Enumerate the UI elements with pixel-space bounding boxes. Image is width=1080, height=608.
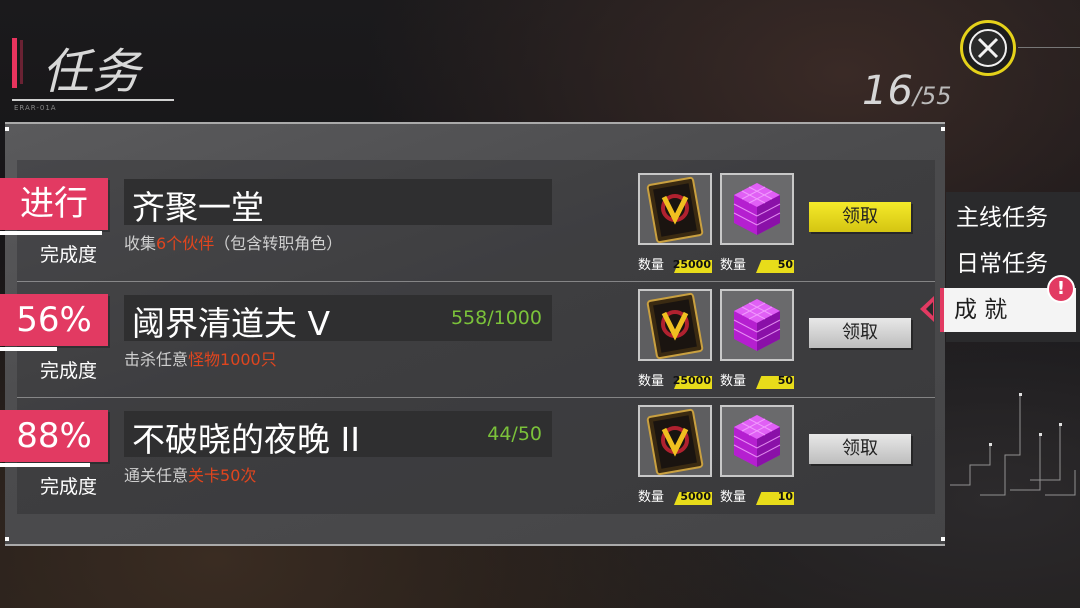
reward-item-cube[interactable] xyxy=(720,173,794,245)
purple-cube-icon xyxy=(733,183,781,235)
reward-quantity: 数量 25000 xyxy=(638,370,712,390)
guardian-card-icon xyxy=(646,176,704,243)
reward-item-card[interactable] xyxy=(638,173,712,245)
title-subtext: ERAR-01A xyxy=(14,104,57,112)
panel-corner xyxy=(5,127,9,131)
task-counter-total: /55 xyxy=(912,82,952,110)
task-counter: 16/55 xyxy=(862,68,952,114)
close-button[interactable] xyxy=(960,20,1016,76)
close-divider-line xyxy=(1018,47,1080,48)
claim-button[interactable]: 领取 xyxy=(809,434,911,464)
task-description: 击杀任意怪物1000只 xyxy=(124,346,277,370)
reward-item-card[interactable] xyxy=(638,289,712,361)
task-description: 收集6个伙伴（包含转职角色） xyxy=(124,230,342,254)
reward-quantity: 数量 50 xyxy=(720,254,794,274)
quantity-label: 数量 xyxy=(720,490,747,505)
claim-button[interactable]: 领取 xyxy=(809,318,911,348)
title-accent-bar xyxy=(12,38,17,88)
close-icon xyxy=(977,37,999,59)
quantity-value: 25000 xyxy=(672,258,711,271)
tab-main-quests[interactable]: 主线任务 xyxy=(946,196,1076,240)
reward-quantity: 数量 10 xyxy=(720,486,794,506)
reward-quantity: 数量 50 xyxy=(720,370,794,390)
close-button-inner xyxy=(969,29,1007,67)
panel-corner xyxy=(5,537,9,541)
reward-item-card[interactable] xyxy=(638,405,712,477)
completion-label: 完成度 xyxy=(40,476,98,498)
title-accent-bar-secondary xyxy=(20,40,23,84)
quantity-value: 10 xyxy=(777,490,793,503)
guardian-card-icon xyxy=(646,408,704,475)
task-status-badge: 进行 xyxy=(0,178,108,230)
reward-quantity: 数量 5000 xyxy=(638,486,712,506)
quantity-value: 50 xyxy=(777,374,793,387)
page-title: 任务 xyxy=(42,44,143,100)
task-desc-suffix: （包含转职角色） xyxy=(214,234,343,253)
task-completion-bar xyxy=(0,231,102,235)
claim-button[interactable]: 领取 xyxy=(809,202,911,232)
category-tabs: 主线任务 日常任务 成 就 xyxy=(940,192,1080,342)
quantity-label: 数量 xyxy=(638,258,665,273)
task-status-badge: 88% xyxy=(0,410,108,462)
task-progress-text: 558/1000 xyxy=(450,307,542,329)
panel-corner xyxy=(941,537,945,541)
task-description: 通关任意关卡50次 xyxy=(124,462,256,486)
task-name: 齐聚一堂 xyxy=(132,188,264,227)
quantity-label: 数量 xyxy=(638,490,665,505)
row-divider xyxy=(17,281,935,282)
task-name: 阈界清道夫 V xyxy=(132,304,331,343)
task-desc-highlight: 6个伙伴 xyxy=(156,234,215,253)
completion-label: 完成度 xyxy=(40,244,98,266)
task-completion-bar xyxy=(0,463,90,467)
reward-item-cube[interactable] xyxy=(720,289,794,361)
quantity-label: 数量 xyxy=(720,374,747,389)
panel-corner xyxy=(941,127,945,131)
quantity-value: 50 xyxy=(777,258,793,271)
reward-item-cube[interactable] xyxy=(720,405,794,477)
task-desc-highlight: 怪物1000只 xyxy=(188,350,277,369)
purple-cube-icon xyxy=(733,415,781,467)
task-desc-prefix: 通关任意 xyxy=(124,466,189,485)
quantity-value: 5000 xyxy=(680,490,711,503)
reward-quantity: 数量 25000 xyxy=(638,254,712,274)
quantity-value: 25000 xyxy=(672,374,711,387)
circuit-decoration xyxy=(950,393,1076,496)
quantity-label: 数量 xyxy=(720,258,747,273)
task-desc-highlight: 关卡50次 xyxy=(188,466,257,485)
row-divider xyxy=(17,397,935,398)
task-progress-text: 44/50 xyxy=(487,423,542,445)
task-desc-prefix: 收集 xyxy=(124,234,157,253)
alert-badge: ! xyxy=(1047,275,1075,303)
task-name: 不破晓的夜晚 II xyxy=(132,420,360,459)
guardian-card-icon xyxy=(646,292,704,359)
task-counter-current: 16 xyxy=(862,68,913,114)
title-underline xyxy=(12,99,174,101)
tab-pointer-arrow-inner xyxy=(926,302,933,316)
task-completion-bar xyxy=(0,347,57,351)
purple-cube-icon xyxy=(733,299,781,351)
task-status-badge: 56% xyxy=(0,294,108,346)
quantity-label: 数量 xyxy=(638,374,665,389)
task-desc-prefix: 击杀任意 xyxy=(124,350,189,369)
completion-label: 完成度 xyxy=(40,360,98,382)
